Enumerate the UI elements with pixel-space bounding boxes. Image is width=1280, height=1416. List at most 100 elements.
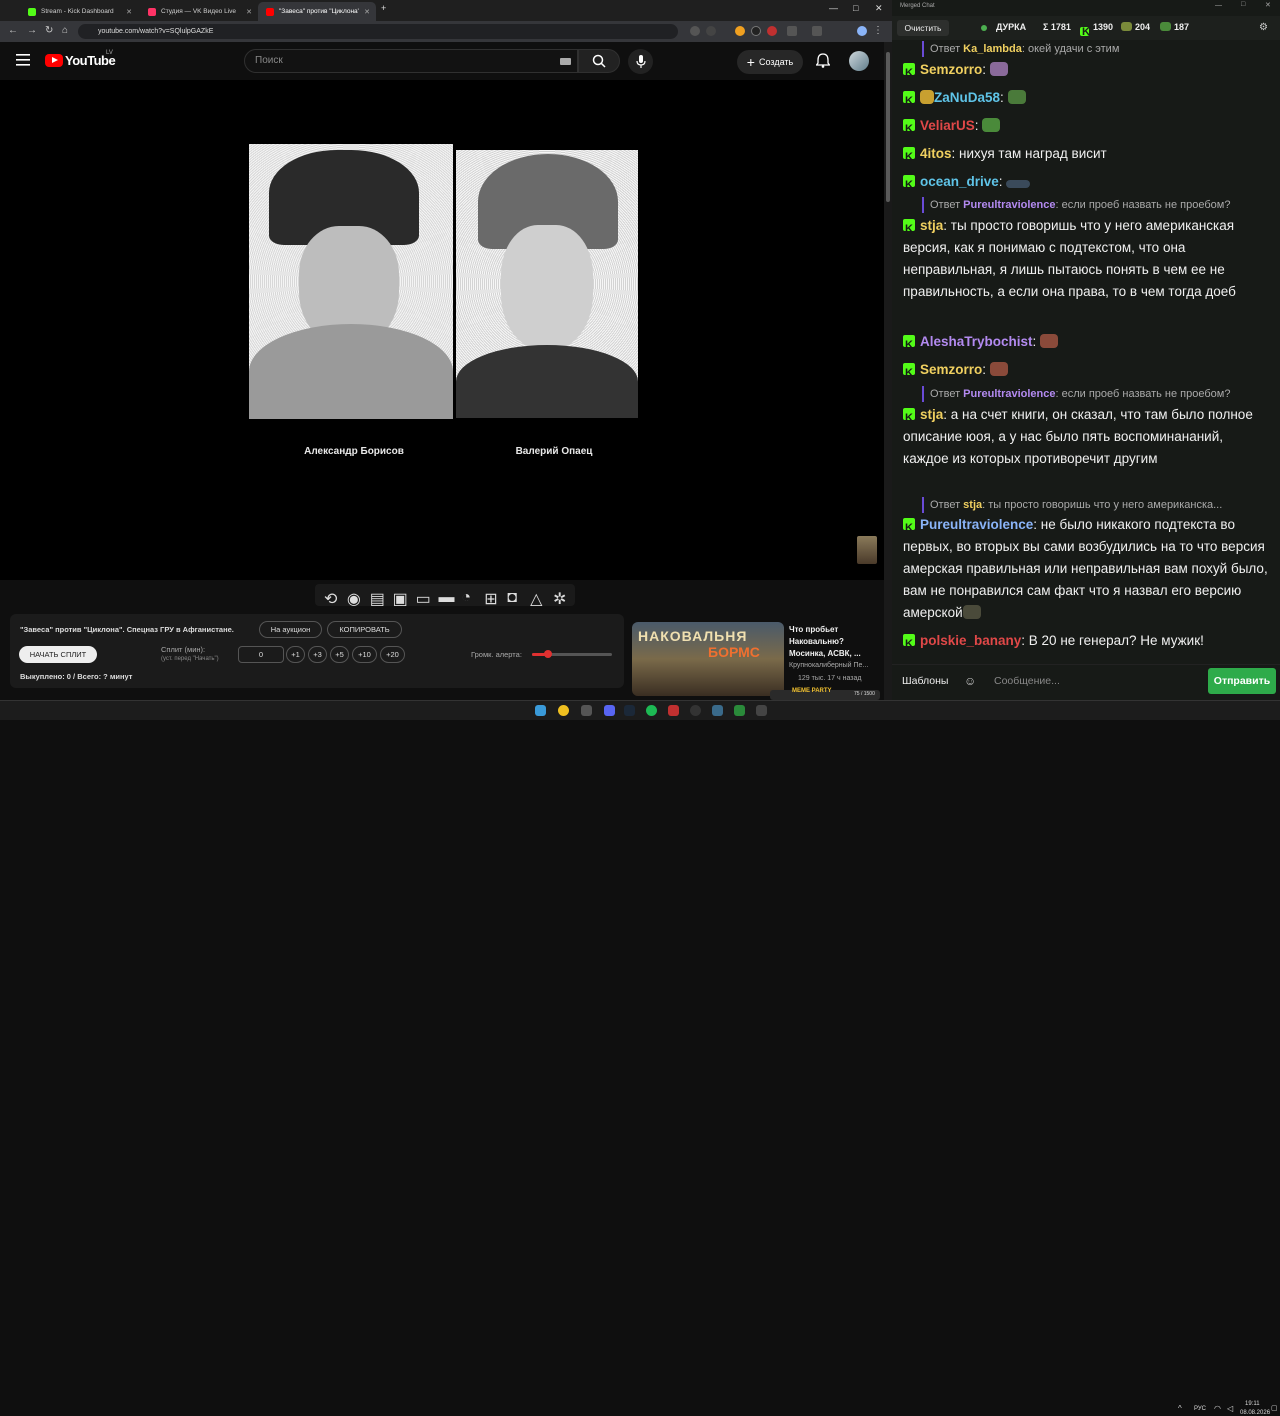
close-tab-icon[interactable]: ✕ xyxy=(126,8,132,16)
extensions-puzzle-icon[interactable] xyxy=(787,26,797,36)
reply-nick[interactable]: stja xyxy=(963,499,982,511)
send-button[interactable]: Отправить xyxy=(1208,668,1276,694)
create-button[interactable]: + Создать xyxy=(737,50,803,74)
chat-nick[interactable]: Semzorro xyxy=(920,62,982,77)
chat-close-icon[interactable]: ✕ xyxy=(1265,1,1271,9)
account-avatar[interactable] xyxy=(849,51,869,71)
menu-dots-icon[interactable]: ⋮ xyxy=(873,25,883,36)
increment-10-button[interactable]: +10 xyxy=(352,646,377,663)
tray-chevron-icon[interactable]: ^ xyxy=(1178,1404,1182,1413)
taskbar-app-icon[interactable] xyxy=(581,705,592,716)
chat-nick[interactable]: stja xyxy=(920,407,943,422)
start-split-button[interactable]: НАЧАТЬ СПЛИТ xyxy=(19,646,97,663)
windows-start-icon[interactable] xyxy=(535,705,546,716)
close-window-icon[interactable]: ✕ xyxy=(875,3,883,14)
taskbar-app-icon[interactable] xyxy=(756,705,767,716)
extension-icon[interactable] xyxy=(706,26,716,36)
extension-icon[interactable] xyxy=(690,26,700,36)
download-icon[interactable] xyxy=(812,26,822,36)
taskbar-app-icon[interactable] xyxy=(668,705,679,716)
video-player[interactable]: Александр Борисов Валерий Опаец xyxy=(0,80,884,580)
language-indicator[interactable]: РУС xyxy=(1194,1406,1206,1412)
copy-button[interactable]: КОПИРОВАТЬ xyxy=(327,621,402,638)
chat-nick[interactable]: VeliarUS xyxy=(920,118,975,133)
recommended-title[interactable]: Что пробьет Наковальню? Мосинка, АСВК, .… xyxy=(789,624,877,660)
flask-icon[interactable]: △ xyxy=(530,589,543,608)
clock-time[interactable]: 19:11 xyxy=(1245,1401,1260,1407)
voice-search-button[interactable] xyxy=(628,49,653,74)
spotify-icon[interactable] xyxy=(646,705,657,716)
chat-nick[interactable]: Semzorro xyxy=(920,362,982,377)
screenshot-camera-icon[interactable]: ◘ xyxy=(507,589,520,606)
chat-maximize-icon[interactable]: □ xyxy=(1241,1,1245,8)
maximize-icon[interactable]: □ xyxy=(853,3,858,13)
minimize-icon[interactable]: — xyxy=(829,3,838,13)
recommended-channel[interactable]: Крупнокалиберный Пе... xyxy=(789,662,868,669)
forward-icon[interactable]: → xyxy=(27,25,37,36)
split-minutes-input[interactable]: 0 xyxy=(238,646,284,663)
chat-nick[interactable]: stja xyxy=(920,218,943,233)
clapper-icon[interactable]: ▣ xyxy=(393,589,408,608)
speed-icon[interactable]: ◔ xyxy=(461,589,474,606)
increment-20-button[interactable]: +20 xyxy=(380,646,405,663)
settings-gear-icon[interactable]: ✲ xyxy=(553,589,566,608)
emoji-picker-icon[interactable]: ☺ xyxy=(964,674,976,688)
chat-nick[interactable]: Pureultraviolence xyxy=(920,517,1033,532)
taskbar-app-icon[interactable] xyxy=(712,705,723,716)
chat-nick[interactable]: 4itos xyxy=(920,146,952,161)
alert-volume-knob[interactable] xyxy=(544,650,552,658)
reply-nick[interactable]: Pureultraviolence xyxy=(963,388,1055,400)
obs-icon[interactable] xyxy=(690,705,701,716)
youtube-logo-icon[interactable] xyxy=(45,54,63,67)
page-scroll-thumb[interactable] xyxy=(886,52,890,202)
reply-nick[interactable]: Pureultraviolence xyxy=(963,199,1055,211)
chat-settings-gear-icon[interactable]: ⚙ xyxy=(1259,22,1268,33)
new-tab-icon[interactable]: + xyxy=(381,3,386,13)
profile-icon[interactable] xyxy=(857,26,867,36)
extension-icon[interactable] xyxy=(751,26,761,36)
url-input[interactable]: youtube.com/watch?v=SQlulpGAZkE xyxy=(78,24,678,39)
alert-volume-slider[interactable] xyxy=(532,650,612,658)
recommended-thumbnail[interactable]: НАКОВАЛЬНЯ БОРМС xyxy=(632,622,784,696)
broadcast-icon[interactable]: ◉ xyxy=(347,589,361,608)
tab-kick-dashboard[interactable]: Stream - Kick Dashboard ✕ xyxy=(20,2,138,21)
notifications-bell-icon[interactable] xyxy=(816,53,830,68)
tab-vk-studio[interactable]: Студия — VK Видео Live ✕ xyxy=(140,2,258,21)
close-tab-icon[interactable]: ✕ xyxy=(246,8,252,16)
chat-nick[interactable]: ocean_drive xyxy=(920,174,999,189)
extension-icon[interactable] xyxy=(735,26,745,36)
auction-button[interactable]: На аукцион xyxy=(259,621,322,638)
home-icon[interactable]: ⌂ xyxy=(62,25,68,36)
wifi-icon[interactable]: ◠ xyxy=(1214,1404,1221,1413)
chat-message-input[interactable]: Сообщение... xyxy=(988,669,1203,693)
search-input[interactable]: Поиск xyxy=(244,49,578,73)
chat-nick[interactable]: ZaNuDa58 xyxy=(934,90,1000,105)
subtitles-icon[interactable]: ▤ xyxy=(370,589,385,608)
chrome-icon[interactable] xyxy=(558,705,569,716)
search-button[interactable] xyxy=(578,49,620,73)
pip-icon[interactable]: ▭ xyxy=(416,589,431,608)
volume-icon[interactable]: ◁ xyxy=(1227,1404,1233,1413)
increment-3-button[interactable]: +3 xyxy=(308,646,327,663)
discord-icon[interactable] xyxy=(604,705,615,716)
reply-nick[interactable]: Ka_lambda xyxy=(963,43,1022,55)
chat-nick[interactable]: AleshaTrybochist xyxy=(920,334,1033,349)
chat-nick[interactable]: polskie_banany xyxy=(920,633,1021,648)
steam-icon[interactable] xyxy=(624,705,635,716)
add-box-icon[interactable]: ⊞ xyxy=(484,589,497,608)
theater-icon[interactable]: ▬ xyxy=(438,589,454,606)
clock-date[interactable]: 08.08.2026 xyxy=(1240,1410,1270,1416)
back-icon[interactable]: ← xyxy=(8,25,18,36)
loop-icon[interactable]: ⟲ xyxy=(324,589,337,608)
channel-watermark[interactable] xyxy=(857,536,877,564)
extension-icon[interactable] xyxy=(767,26,777,36)
tab-youtube-video[interactable]: "Завеса" против "Циклона". Спе ✕ xyxy=(258,2,376,21)
increment-1-button[interactable]: +1 xyxy=(286,646,305,663)
increment-5-button[interactable]: +5 xyxy=(330,646,349,663)
menu-icon[interactable] xyxy=(16,54,30,66)
notifications-icon[interactable]: ▢ xyxy=(1271,1404,1278,1412)
reload-icon[interactable]: ↻ xyxy=(45,25,53,36)
chat-minimize-icon[interactable]: — xyxy=(1215,2,1222,9)
clear-chat-button[interactable]: Очистить xyxy=(897,20,949,36)
taskbar-app-icon[interactable] xyxy=(734,705,745,716)
